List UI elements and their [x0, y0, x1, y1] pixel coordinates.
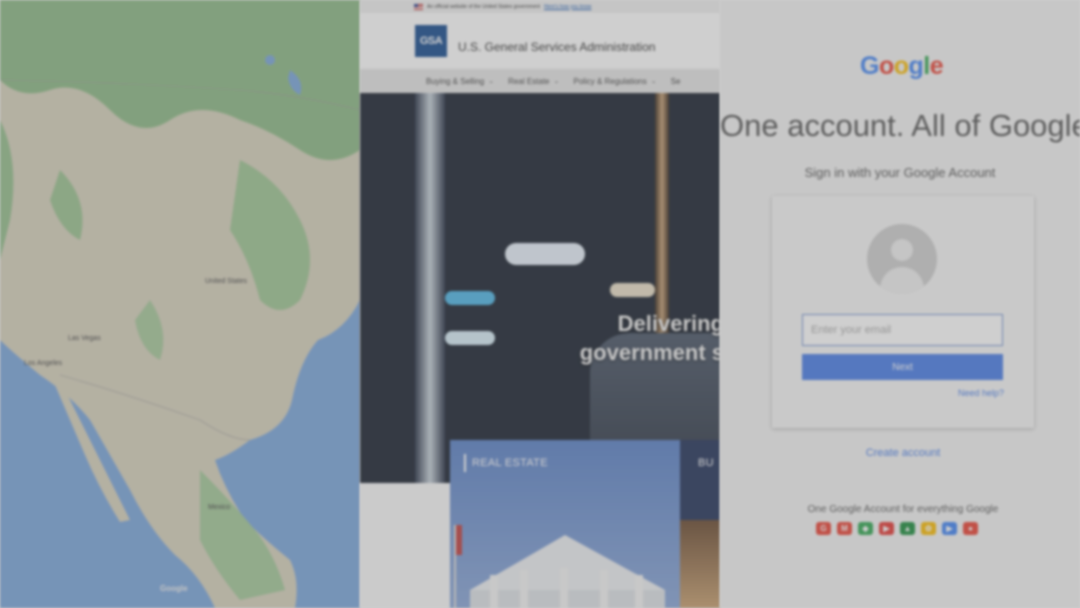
footer-text: One Google Account for everything Google — [807, 504, 999, 515]
city-label: Las Vegas — [68, 335, 101, 342]
play-icon[interactable]: ▶ — [942, 522, 957, 535]
page-background — [360, 483, 450, 608]
logo-letter: e — [929, 52, 944, 80]
chrome-icon[interactable]: ● — [963, 522, 978, 535]
next-button[interactable]: Next — [802, 354, 1003, 380]
create-account-link[interactable]: Create account — [720, 447, 1080, 459]
nav-item-services[interactable]: Se — [671, 77, 681, 86]
avatar-icon — [867, 224, 937, 294]
maps-icon[interactable]: ◆ — [858, 522, 873, 535]
nav-label: Buying & Selling — [426, 76, 485, 86]
google-icon[interactable]: G — [816, 522, 831, 535]
logo-letter: G — [860, 52, 879, 80]
map-logo: Google — [160, 584, 188, 593]
site-title[interactable]: U.S. General Services Administration — [458, 40, 655, 54]
nav-label: Se — [670, 76, 681, 86]
app-icons-row: G M ◆ ▶ ▲ ✿ ▶ ● — [816, 522, 978, 535]
logo-letter: o — [893, 52, 909, 80]
hero-banner: Delivering government s — [360, 93, 720, 483]
city-label: Mexico — [208, 504, 231, 511]
nav-item-policy[interactable]: Policy & Regulations ⌄ — [573, 77, 656, 86]
logo-letter: o — [878, 52, 894, 80]
need-help-link[interactable]: Need help? — [958, 388, 1004, 398]
card-label: BU — [698, 457, 714, 469]
hero-line: government s — [579, 340, 720, 365]
chevron-down-icon: ⌄ — [488, 78, 495, 85]
triptych-screenshot: United States Las Vegas Mexico Los Angel… — [0, 0, 1080, 608]
nav-item-buying-selling[interactable]: Buying & Selling ⌄ — [426, 77, 494, 86]
signin-card: Next Need help? — [772, 196, 1034, 428]
logo-letter: g — [908, 52, 924, 80]
nav-label: Real Estate — [508, 76, 550, 86]
hero-heading: Delivering government s — [580, 309, 720, 367]
nav-label: Policy & Regulations — [573, 76, 647, 86]
map-panel[interactable]: United States Las Vegas Mexico Los Angel… — [0, 0, 360, 608]
gov-banner: An official website of the United States… — [360, 0, 720, 13]
server-light — [505, 243, 585, 265]
google-signin-panel: Google One account. All of Google. Sign … — [720, 0, 1080, 608]
chevron-down-icon: ⌄ — [650, 78, 657, 85]
nav-item-real-estate[interactable]: Real Estate ⌄ — [508, 77, 559, 86]
city-label: Los Angeles — [24, 360, 63, 367]
banner-link[interactable]: Here's how you know — [544, 4, 591, 10]
chevron-down-icon: ⌄ — [553, 78, 560, 85]
server-light — [445, 331, 495, 345]
headline: One account. All of Google. — [720, 108, 1080, 143]
gsa-panel: An official website of the United States… — [360, 0, 720, 608]
drive-icon[interactable]: ▲ — [900, 522, 915, 535]
business-card[interactable]: BU — [680, 440, 720, 608]
server-light — [610, 283, 655, 297]
card-image — [680, 520, 720, 608]
hero-line: Delivering — [617, 311, 720, 336]
photos-icon[interactable]: ✿ — [921, 522, 936, 535]
real-estate-card[interactable]: REAL ESTATE — [450, 440, 680, 608]
google-logo: Google — [860, 52, 944, 81]
map-terrain — [0, 0, 360, 608]
email-input[interactable] — [802, 314, 1003, 346]
us-flag-icon — [414, 3, 423, 10]
country-label: United States — [205, 278, 248, 285]
gmail-icon[interactable]: M — [837, 522, 852, 535]
youtube-icon[interactable]: ▶ — [879, 522, 894, 535]
gsa-logo[interactable]: GSA — [415, 25, 447, 57]
site-header: GSA U.S. General Services Administration — [360, 13, 720, 69]
server-light — [445, 291, 495, 305]
subtitle: Sign in with your Google Account — [804, 165, 996, 180]
main-nav: Buying & Selling ⌄ Real Estate ⌄ Policy & … — [360, 69, 720, 93]
banner-text: An official website of the United States… — [427, 3, 541, 10]
building-illustration — [454, 525, 665, 608]
light-beam — [415, 93, 445, 483]
